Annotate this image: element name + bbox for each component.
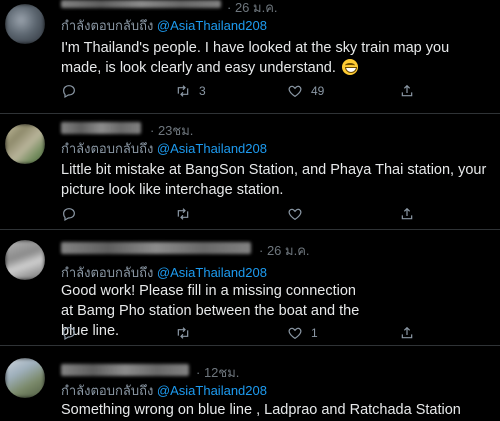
share-icon — [401, 84, 413, 97]
reply-handle-link[interactable]: @AsiaThailand208 — [157, 265, 267, 280]
retweet-count: 3 — [199, 84, 206, 98]
share-icon — [401, 207, 413, 220]
avatar[interactable] — [5, 358, 45, 398]
avatar[interactable] — [5, 4, 45, 44]
like-button[interactable]: 1 — [287, 323, 318, 343]
tweet-text-content: Something wrong on blue line , Ladprao a… — [61, 402, 461, 418]
tweet-text-content: I'm Thailand's people. I have looked at … — [61, 40, 450, 76]
share-button[interactable] — [399, 204, 415, 224]
retweet-icon — [177, 327, 189, 339]
reply-icon — [63, 208, 75, 222]
tweet[interactable]: · 26 ม.ค. กำลังตอบกลับถึง @AsiaThailand2… — [0, 230, 500, 345]
like-button[interactable] — [287, 204, 311, 224]
reply-handle-link[interactable]: @AsiaThailand208 — [157, 383, 267, 398]
tweet-actions: 1 — [61, 323, 441, 343]
tweet[interactable]: · 23ชม. กำลังตอบกลับถึง @AsiaThailand208… — [0, 114, 500, 229]
reply-context: กำลังตอบกลับถึง @AsiaThailand208 — [61, 262, 267, 283]
tweet-actions — [61, 204, 441, 224]
like-count: 49 — [311, 84, 325, 98]
tweet-text: Something wrong on blue line , Ladprao a… — [61, 400, 491, 420]
retweet-button[interactable]: 3 — [175, 81, 206, 101]
tweet[interactable]: · 12ชม. กำลังตอบกลับถึง @AsiaThailand208… — [0, 346, 500, 421]
reply-prefix: กำลังตอบกลับถึง — [61, 383, 154, 398]
user-name-redacted[interactable] — [61, 242, 251, 254]
like-icon — [288, 208, 302, 221]
reply-context: กำลังตอบกลับถึง @AsiaThailand208 — [61, 15, 267, 36]
tweet[interactable]: · 26 ม.ค. กำลังตอบกลับถึง @AsiaThailand2… — [0, 0, 500, 113]
reply-prefix: กำลังตอบกลับถึง — [61, 18, 154, 33]
like-count: 1 — [311, 326, 318, 340]
reply-prefix: กำลังตอบกลับถึง — [61, 141, 154, 156]
reply-context: กำลังตอบกลับถึง @AsiaThailand208 — [61, 138, 267, 159]
share-button[interactable] — [399, 323, 415, 343]
user-name-redacted[interactable] — [61, 0, 221, 8]
like-button[interactable]: 49 — [287, 81, 324, 101]
share-icon — [401, 326, 413, 339]
like-icon — [288, 85, 302, 98]
reply-handle-link[interactable]: @AsiaThailand208 — [157, 141, 267, 156]
tweet-actions: 3 49 — [61, 81, 441, 101]
reply-button[interactable] — [61, 81, 77, 101]
avatar[interactable] — [5, 240, 45, 280]
share-button[interactable] — [399, 81, 415, 101]
reply-context: กำลังตอบกลับถึง @AsiaThailand208 — [61, 380, 267, 401]
avatar[interactable] — [5, 124, 45, 164]
reply-prefix: กำลังตอบกลับถึง — [61, 265, 154, 280]
retweet-button[interactable] — [175, 204, 199, 224]
reply-button[interactable] — [61, 204, 77, 224]
user-name-redacted[interactable] — [61, 364, 189, 376]
user-name-redacted[interactable] — [61, 122, 141, 134]
retweet-icon — [177, 208, 189, 220]
retweet-button[interactable] — [175, 323, 199, 343]
tweet-text: Little bit mistake at BangSon Station, a… — [61, 160, 491, 200]
grinning-face-emoji-icon — [341, 59, 358, 75]
reply-button[interactable] — [61, 323, 77, 343]
tweet-text-content: Little bit mistake at BangSon Station, a… — [61, 162, 487, 198]
tweet-text: I'm Thailand's people. I have looked at … — [61, 38, 491, 78]
reply-icon — [63, 327, 75, 341]
tweet-time[interactable]: · 26 ม.ค. — [259, 240, 310, 261]
reply-handle-link[interactable]: @AsiaThailand208 — [157, 18, 267, 33]
like-icon — [288, 327, 302, 340]
retweet-icon — [177, 85, 189, 97]
reply-icon — [63, 85, 75, 99]
